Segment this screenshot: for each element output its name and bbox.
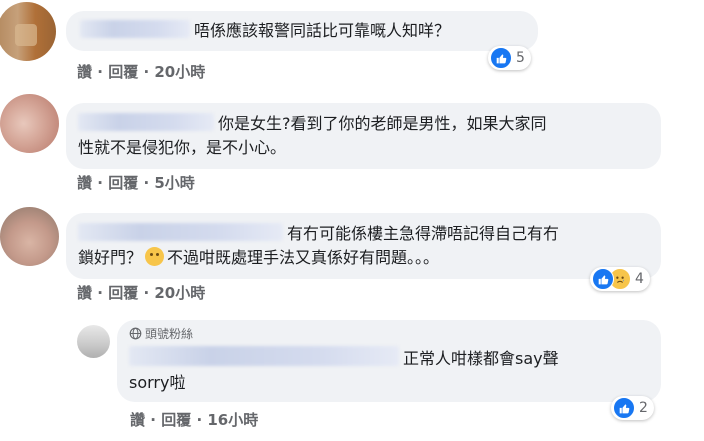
comment-bubble: 你是女生?看到了你的老師是男性，如果大家同 性就不是侵犯你，是不小心。 [66, 103, 661, 169]
reply-link[interactable]: 回覆 [108, 284, 138, 302]
avatar[interactable] [0, 94, 59, 153]
separator: · [97, 284, 103, 302]
comment-actions: 讚 · 回覆 · 5小時 [77, 172, 195, 193]
separator: · [143, 284, 150, 302]
separator: · [143, 63, 150, 81]
commenter-name-redacted[interactable] [129, 346, 399, 366]
comment-text-line1: 你是女生?看到了你的老師是男性，如果大家同 [218, 114, 547, 133]
reply-link[interactable]: 回覆 [108, 63, 138, 81]
separator: · [97, 63, 103, 81]
top-fan-badge: 頭號粉絲 [129, 326, 649, 342]
like-link[interactable]: 讚 [130, 411, 145, 429]
comment-bubble: 唔係應該報警同話比可靠嘅人知咩？ [66, 11, 538, 51]
reaction-count: 2 [639, 400, 648, 416]
like-link[interactable]: 讚 [77, 174, 92, 192]
comment-text-line2b: 不過咁既處理手法又真係好有問題。。。 [167, 248, 440, 267]
reply-text-line1: 正常人咁樣都會say聲 [403, 349, 559, 368]
commenter-name-redacted[interactable] [78, 223, 283, 241]
reply-text-line2: sorry啦 [129, 373, 186, 392]
like-icon [592, 268, 614, 290]
timestamp[interactable]: 20小時 [154, 63, 205, 81]
reaction-summary[interactable]: 4 [590, 267, 650, 291]
timestamp[interactable]: 16小時 [207, 411, 258, 429]
comment-text-line1: 有冇可能係樓主急得滯唔記得自己有冇 [287, 224, 560, 243]
separator: · [196, 411, 203, 429]
reply-link[interactable]: 回覆 [161, 411, 191, 429]
timestamp[interactable]: 5小時 [154, 174, 194, 192]
commenter-name-redacted[interactable] [80, 20, 190, 38]
commenter-name-redacted[interactable] [78, 113, 214, 131]
avatar[interactable] [0, 2, 56, 61]
comment-actions: 讚 · 回覆 · 20小時 [77, 61, 205, 82]
separator: · [143, 174, 150, 192]
reply-link[interactable]: 回覆 [108, 174, 138, 192]
comment-actions: 讚 · 回覆 · 20小時 [77, 282, 205, 303]
like-link[interactable]: 讚 [77, 63, 92, 81]
comment-actions: 讚 · 回覆 · 16小時 [130, 409, 258, 430]
top-fan-icon [129, 327, 142, 340]
reply-bubble: 頭號粉絲 正常人咁樣都會say聲 sorry啦 [117, 320, 661, 402]
reaction-count: 5 [516, 50, 525, 66]
comment-text-line2: 性就不是侵犯你，是不小心。 [78, 138, 287, 157]
timestamp[interactable]: 20小時 [154, 284, 205, 302]
avatar[interactable] [77, 325, 110, 358]
like-icon [613, 397, 635, 419]
reaction-summary[interactable]: 2 [611, 396, 654, 420]
separator: · [97, 174, 103, 192]
badge-label: 頭號粉絲 [145, 327, 194, 341]
like-icon [490, 47, 512, 69]
thinking-face-emoji-icon [145, 247, 165, 266]
avatar[interactable] [0, 207, 59, 266]
comment-bubble: 有冇可能係樓主急得滯唔記得自己有冇 鎖好門？ 不過咁既處理手法又真係好有問題。。。 [66, 213, 661, 279]
comment-text: 唔係應該報警同話比可靠嘅人知咩？ [194, 21, 451, 40]
comment-text-line2a: 鎖好門？ [78, 248, 143, 267]
reaction-count: 4 [635, 271, 644, 287]
like-link[interactable]: 讚 [77, 284, 92, 302]
separator: · [150, 411, 156, 429]
reaction-summary[interactable]: 5 [488, 46, 531, 70]
